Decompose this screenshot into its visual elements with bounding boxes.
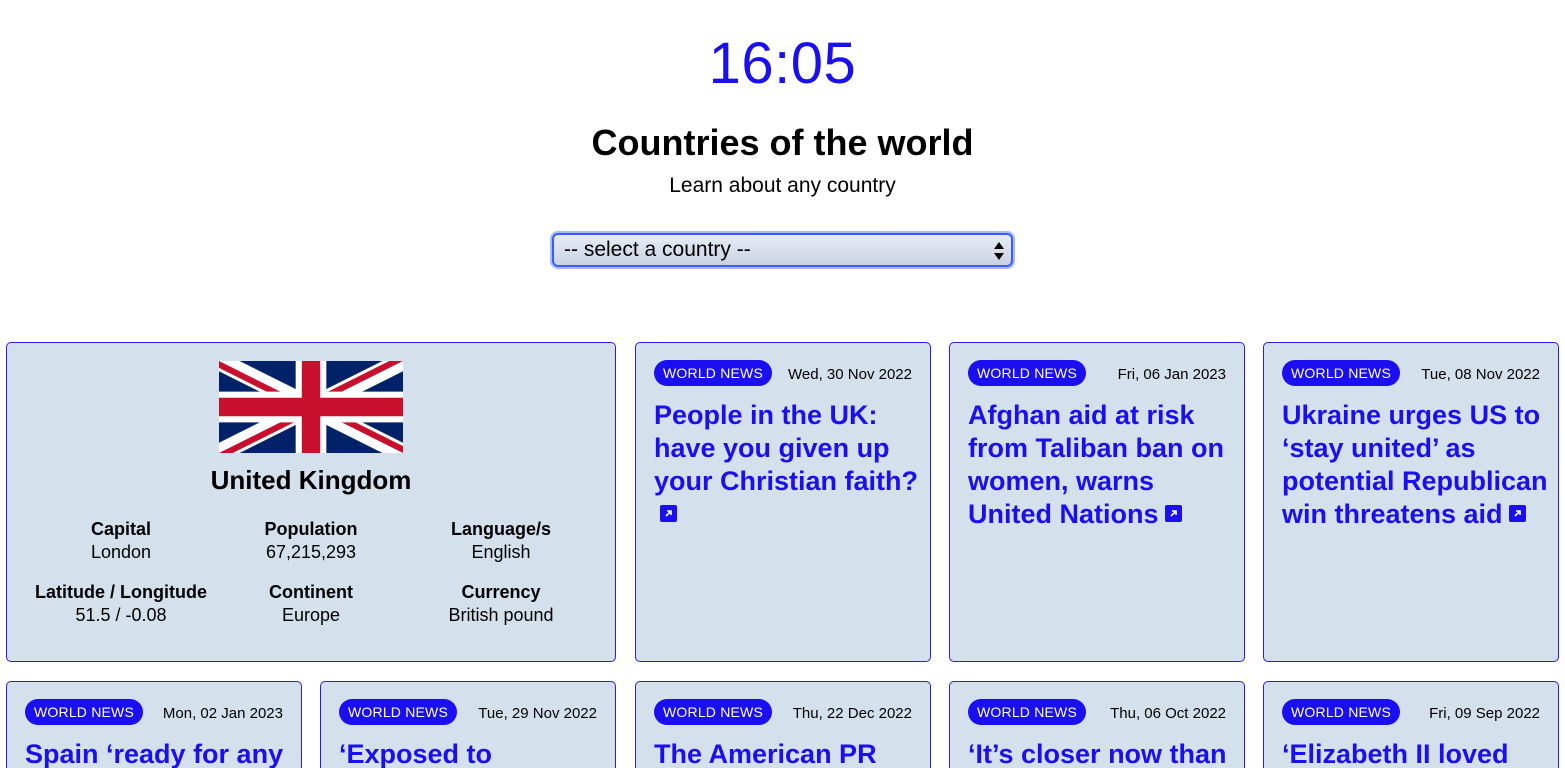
news-headline-text: Ukraine urges US to ‘stay united’ as pot… <box>1282 400 1548 529</box>
country-select[interactable]: -- select a country -- <box>552 233 1013 267</box>
news-headline-link[interactable]: Afghan aid at risk from Taliban ban on w… <box>968 399 1238 531</box>
fact-value: English <box>471 542 531 562</box>
country-select-value: -- select a country -- <box>564 238 751 261</box>
news-date: Thu, 22 Dec 2022 <box>792 705 912 722</box>
news-category-badge: WORLD NEWS <box>654 360 772 386</box>
news-headline-link[interactable]: ‘Exposed to <box>339 738 609 768</box>
news-category-badge: WORLD NEWS <box>654 699 772 725</box>
fact-label: Currency <box>461 582 541 602</box>
fact-label: Latitude / Longitude <box>35 582 207 602</box>
fact-value: London <box>90 542 152 562</box>
fact-value: British pound <box>448 605 554 625</box>
news-headline-link[interactable]: The American PR <box>654 738 924 768</box>
news-headline-text: Afghan aid at risk from Taliban ban on w… <box>968 400 1224 529</box>
uk-flag-icon <box>219 361 403 453</box>
news-category-badge: WORLD NEWS <box>968 699 1086 725</box>
fact-currency: Currency British pound <box>401 582 601 626</box>
news-headline-link[interactable]: ‘Elizabeth II loved <box>1282 738 1552 768</box>
news-headline-link[interactable]: Spain ‘ready for any <box>25 738 295 768</box>
news-date: Mon, 02 Jan 2023 <box>162 705 283 722</box>
news-category-badge: WORLD NEWS <box>339 699 457 725</box>
fact-population: Population 67,215,293 <box>211 519 411 563</box>
news-card[interactable]: WORLD NEWS Fri, 06 Jan 2023 Afghan aid a… <box>949 342 1245 662</box>
news-headline-link[interactable]: Ukraine urges US to ‘stay united’ as pot… <box>1282 399 1552 531</box>
news-category-badge: WORLD NEWS <box>25 699 143 725</box>
fact-value: Europe <box>281 605 341 625</box>
news-category-badge: WORLD NEWS <box>968 360 1086 386</box>
page-subtitle: Learn about any country <box>669 174 896 197</box>
news-date: Tue, 29 Nov 2022 <box>478 705 597 722</box>
fact-continent: Continent Europe <box>211 582 411 626</box>
news-date: Fri, 06 Jan 2023 <box>1117 366 1226 383</box>
fact-label: Population <box>264 519 358 539</box>
fact-languages: Language/s English <box>401 519 601 563</box>
news-headline-link[interactable]: People in the UK: have you given up your… <box>654 399 924 531</box>
news-date: Wed, 30 Nov 2022 <box>788 366 912 383</box>
news-card[interactable]: WORLD NEWS Tue, 29 Nov 2022 ‘Exposed to <box>320 681 616 768</box>
fact-label: Continent <box>269 582 353 602</box>
country-name: United Kingdom <box>210 465 412 495</box>
country-card: United Kingdom Capital London Population… <box>6 342 616 662</box>
news-category-badge: WORLD NEWS <box>1282 360 1400 386</box>
external-link-icon <box>1508 505 1526 523</box>
news-card[interactable]: WORLD NEWS Fri, 09 Sep 2022 ‘Elizabeth I… <box>1263 681 1559 768</box>
news-headline-link[interactable]: ‘It’s closer now than <box>968 738 1238 768</box>
news-category-badge: WORLD NEWS <box>1282 699 1400 725</box>
fact-value: 67,215,293 <box>265 542 357 562</box>
select-arrows-icon <box>994 242 1004 260</box>
fact-value: 51.5 / -0.08 <box>75 605 167 625</box>
fact-label: Language/s <box>450 519 552 539</box>
external-link-icon <box>660 505 677 523</box>
news-card[interactable]: WORLD NEWS Thu, 22 Dec 2022 The American… <box>635 681 931 768</box>
news-card[interactable]: WORLD NEWS Tue, 08 Nov 2022 Ukraine urge… <box>1263 342 1559 662</box>
news-headline-text: People in the UK: have you given up your… <box>654 400 919 496</box>
fact-label: Capital <box>90 519 151 539</box>
fact-capital: Capital London <box>21 519 221 563</box>
news-card[interactable]: WORLD NEWS Wed, 30 Nov 2022 People in th… <box>635 342 931 662</box>
news-date: Tue, 08 Nov 2022 <box>1421 366 1540 383</box>
news-date: Fri, 09 Sep 2022 <box>1429 705 1540 722</box>
page-title: Countries of the world <box>591 122 974 163</box>
news-card[interactable]: WORLD NEWS Mon, 02 Jan 2023 Spain ‘ready… <box>6 681 302 768</box>
fact-lat-long: Latitude / Longitude 51.5 / -0.08 <box>21 582 221 626</box>
news-card[interactable]: WORLD NEWS Thu, 06 Oct 2022 ‘It’s closer… <box>949 681 1245 768</box>
news-date: Thu, 06 Oct 2022 <box>1110 705 1226 722</box>
clock: 16:05 <box>708 31 857 96</box>
external-link-icon <box>1164 505 1182 523</box>
